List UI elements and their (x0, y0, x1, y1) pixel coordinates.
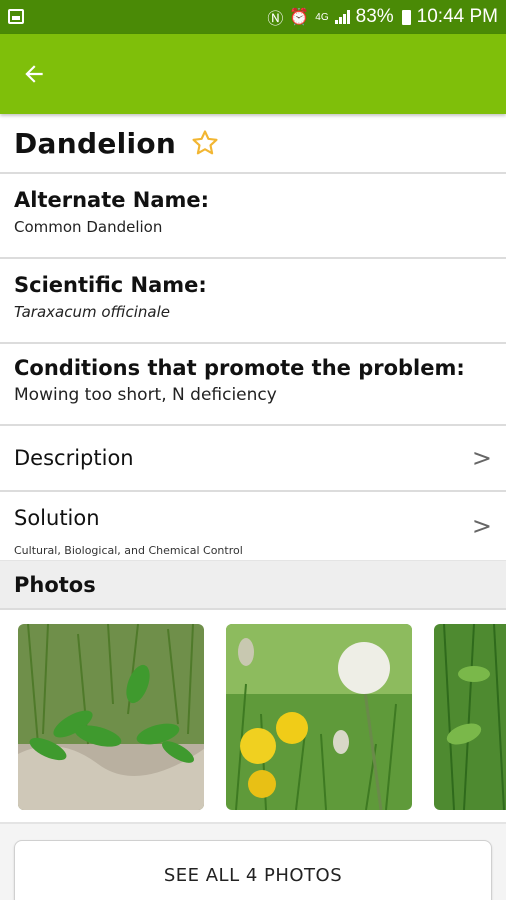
battery-percent: 83% (355, 6, 394, 27)
image-notification-icon (8, 9, 24, 24)
alarm-icon: ⏰ (289, 9, 310, 26)
scientific-name-row: Scientific Name: Taraxacum officinale (0, 259, 506, 344)
see-all-container: SEE ALL 4 PHOTOS (0, 824, 506, 900)
app-bar (0, 34, 506, 114)
scientific-name-value: Taraxacum officinale (14, 303, 171, 321)
chevron-right-icon: > (471, 444, 492, 472)
status-icons: Ⓝ ⏰ 4G 83% 10:44 PM (267, 6, 498, 28)
conditions-label: Conditions that promote the problem: (14, 356, 465, 380)
see-all-photos-button[interactable]: SEE ALL 4 PHOTOS (14, 840, 492, 900)
alternate-name-label: Alternate Name: (14, 188, 210, 212)
photos-header: Photos (0, 560, 506, 610)
title-row: Dandelion (0, 114, 506, 174)
solution-row[interactable]: Solution Cultural, Biological, and Chemi… (0, 492, 506, 560)
conditions-value: Mowing too short, N deficiency (14, 385, 277, 405)
alternate-name-value: Common Dandelion (14, 218, 163, 236)
conditions-row: Conditions that promote the problem: Mow… (0, 344, 506, 426)
photos-strip[interactable] (0, 610, 506, 824)
nfc-icon: Ⓝ (267, 11, 284, 28)
page-title: Dandelion (14, 126, 177, 160)
solution-subtitle: Cultural, Biological, and Chemical Contr… (14, 544, 243, 557)
scientific-name-label: Scientific Name: (14, 273, 207, 297)
status-bar: Ⓝ ⏰ 4G 83% 10:44 PM (0, 0, 506, 34)
network-type-icon: 4G (315, 11, 329, 23)
solution-label: Solution (14, 506, 100, 530)
alternate-name-row: Alternate Name: Common Dandelion (0, 174, 506, 259)
photo-thumbnail[interactable] (226, 624, 413, 810)
signal-icon (334, 10, 350, 24)
chevron-right-icon: > (471, 512, 492, 540)
back-button[interactable] (16, 56, 52, 92)
photo-thumbnail[interactable] (434, 624, 506, 810)
content[interactable]: Dandelion Alternate Name: Common Dandeli… (0, 114, 506, 900)
arrow-left-icon (25, 65, 43, 83)
favorite-star-icon[interactable] (190, 128, 220, 158)
description-label: Description (14, 446, 134, 470)
photo-thumbnail[interactable] (18, 624, 204, 810)
description-row[interactable]: Description > (0, 426, 506, 492)
clock: 10:44 PM (416, 6, 498, 27)
battery-icon (401, 9, 411, 25)
